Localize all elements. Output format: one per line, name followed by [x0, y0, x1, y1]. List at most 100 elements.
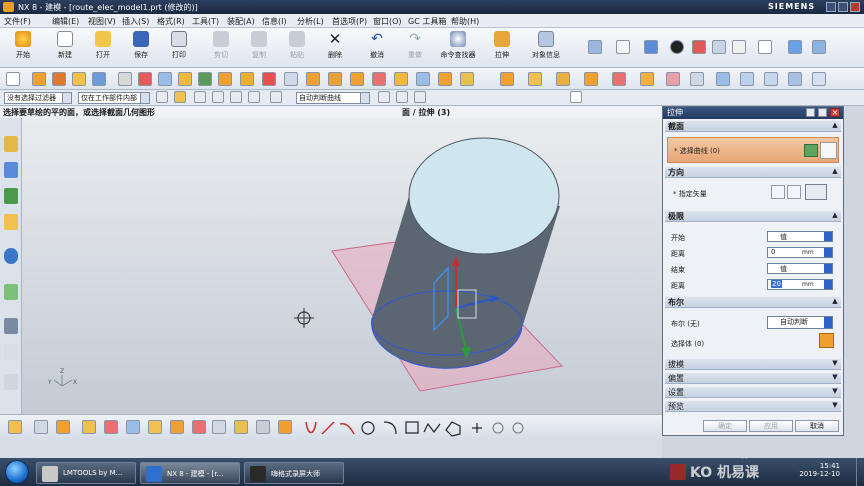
menu-tools[interactable]: 工具(T): [192, 16, 219, 27]
cancel-button[interactable]: 取消: [795, 420, 839, 432]
surface-icon[interactable]: [716, 72, 730, 86]
ruled-icon[interactable]: [788, 72, 802, 86]
select-curve-row[interactable]: * 选择曲线 (0): [667, 137, 839, 163]
mirror-icon[interactable]: [328, 72, 342, 86]
menu-insert[interactable]: 插入(S): [122, 16, 149, 27]
open-button[interactable]: 打开: [86, 31, 120, 65]
section-view-icon[interactable]: [712, 40, 726, 54]
minimize-button[interactable]: [826, 2, 836, 12]
sync-linear-dim-icon[interactable]: [666, 72, 680, 86]
feature-curves-icon[interactable]: [414, 91, 426, 103]
sew-icon[interactable]: [416, 72, 430, 86]
constraint-navigator-icon[interactable]: [4, 162, 18, 178]
swept-icon[interactable]: [764, 72, 778, 86]
menu-edit[interactable]: 编辑(E): [52, 16, 79, 27]
redo-button[interactable]: ↷ 重做: [398, 31, 432, 65]
history-icon[interactable]: [4, 284, 18, 300]
edge-blend-icon[interactable]: [178, 72, 192, 86]
sketch-section-icon[interactable]: [804, 144, 818, 157]
stop-at-intersection-icon[interactable]: [378, 91, 390, 103]
offset-section-header[interactable]: 偏置 ▼: [665, 373, 841, 384]
menu-file[interactable]: 文件(F): [4, 16, 31, 27]
copy-button[interactable]: 复制: [242, 31, 276, 65]
reset-icon[interactable]: [806, 108, 815, 117]
mid-point-icon[interactable]: [212, 91, 224, 103]
type-filter-dropdown[interactable]: 没有选择过滤器: [4, 92, 72, 104]
n-sided-icon[interactable]: [812, 72, 826, 86]
apply-button[interactable]: 应用: [749, 420, 793, 432]
thicken-icon[interactable]: [372, 72, 386, 86]
menu-format[interactable]: 格式(R): [157, 16, 185, 27]
start-type-dropdown[interactable]: 值: [767, 231, 833, 242]
reverse-direction-icon[interactable]: [771, 185, 785, 199]
part-navigator-icon[interactable]: [4, 188, 18, 204]
taskbar-item-lmtools[interactable]: LMTOOLS by M...: [36, 462, 136, 484]
settings-icon[interactable]: [818, 108, 827, 117]
end-point-icon[interactable]: [194, 91, 206, 103]
draft-section-header[interactable]: 拔模 ▼: [665, 359, 841, 370]
show-desktop-button[interactable]: [856, 458, 864, 486]
sync-resize-icon[interactable]: [640, 72, 654, 86]
web-browser-icon[interactable]: [4, 248, 18, 264]
reuse-library-icon[interactable]: [4, 214, 18, 230]
background-icon[interactable]: [732, 40, 746, 54]
attach-icon[interactable]: [148, 420, 162, 434]
move-object-icon[interactable]: [812, 40, 826, 54]
vector-dialog-icon[interactable]: [787, 185, 801, 199]
system-clock[interactable]: 15:41 2019-12-10: [799, 462, 840, 478]
intersect-icon[interactable]: [158, 72, 172, 86]
menu-assemblies[interactable]: 装配(A): [227, 16, 255, 27]
menu-view[interactable]: 视图(V): [88, 16, 116, 27]
wcs-icon[interactable]: [788, 40, 802, 54]
shell-icon[interactable]: [218, 72, 232, 86]
intersection-point-icon[interactable]: [248, 91, 260, 103]
select-curve-icon[interactable]: [820, 142, 837, 159]
new-button[interactable]: 新建: [48, 31, 82, 65]
follow-fillet-icon[interactable]: [396, 91, 408, 103]
boolean-dropdown[interactable]: 自动判断: [767, 316, 833, 329]
boss-icon[interactable]: [92, 72, 106, 86]
menu-analysis[interactable]: 分析(L): [297, 16, 324, 27]
limits-header[interactable]: 极限 ▲: [665, 211, 841, 222]
graphics-window[interactable]: X Y Z: [22, 118, 662, 414]
offset-face-icon[interactable]: [350, 72, 364, 86]
deformable-icon[interactable]: [256, 420, 270, 434]
taskbar-item-recorder[interactable]: 嗨格式录屏大师: [244, 462, 344, 484]
sync-delete-face-icon[interactable]: [612, 72, 626, 86]
boolean-header[interactable]: 布尔 ▲: [665, 297, 841, 308]
arc-center-icon[interactable]: [270, 91, 282, 103]
ok-button[interactable]: 确定: [703, 420, 747, 432]
sync-pull-face-icon[interactable]: [528, 72, 542, 86]
hole-icon[interactable]: [72, 72, 86, 86]
extrude-button[interactable]: 拉伸: [482, 31, 522, 65]
end-type-dropdown[interactable]: 值: [767, 263, 833, 274]
trim-body-icon[interactable]: [262, 72, 276, 86]
sync-move-face-icon[interactable]: [500, 72, 514, 86]
direction-header[interactable]: 方向 ▲: [665, 167, 841, 178]
view-cube-icon[interactable]: [644, 40, 658, 54]
menu-help[interactable]: 帮助(H): [451, 16, 479, 27]
layer-settings-icon[interactable]: [758, 40, 772, 54]
scale-body-icon[interactable]: [394, 72, 408, 86]
orient-view-icon[interactable]: [616, 40, 630, 54]
measure-distance-icon[interactable]: [170, 420, 184, 434]
start-button[interactable]: 开始: [6, 31, 40, 65]
print-button[interactable]: 打印: [162, 31, 196, 65]
chamfer-icon[interactable]: [198, 72, 212, 86]
paste-button[interactable]: 粘贴: [280, 31, 314, 65]
render-style-icon[interactable]: [692, 40, 706, 54]
cut-button[interactable]: 剪切: [204, 31, 238, 65]
revolve-icon[interactable]: [52, 72, 66, 86]
menu-preferences[interactable]: 首选项(P): [332, 16, 367, 27]
sketch-icon[interactable]: [6, 72, 20, 86]
selection-scope-dropdown[interactable]: 仅在工作部件内部: [78, 92, 150, 104]
process-studio-icon[interactable]: [4, 344, 18, 360]
undo-button[interactable]: ↶ 撤消: [360, 31, 394, 65]
cylinder-top-face[interactable]: [408, 137, 560, 255]
wave-link-icon[interactable]: [278, 420, 292, 434]
fit-view-icon[interactable]: [588, 40, 602, 54]
sync-angular-dim-icon[interactable]: [690, 72, 704, 86]
preview-section-header[interactable]: 预览 ▼: [665, 401, 841, 412]
draft-icon[interactable]: [240, 72, 254, 86]
datum-axis-icon[interactable]: [82, 420, 96, 434]
